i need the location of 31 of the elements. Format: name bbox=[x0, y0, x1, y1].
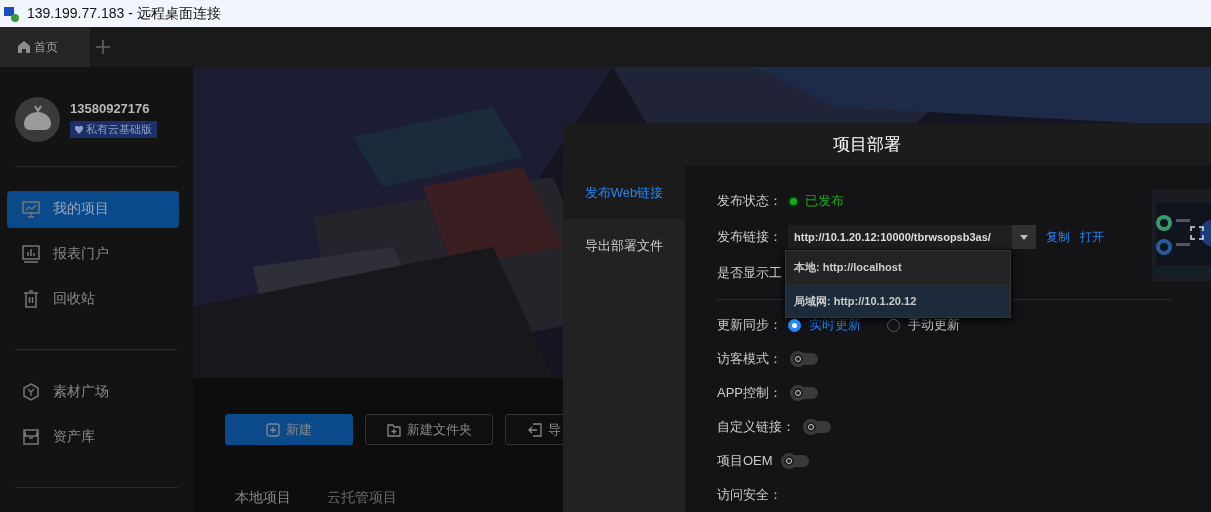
avatar bbox=[15, 97, 60, 142]
project-tab[interactable]: 本地项目 bbox=[235, 489, 291, 507]
field-label: 访问安全： bbox=[717, 486, 782, 504]
sidebar-item[interactable]: 我的项目 bbox=[7, 190, 179, 228]
window-title: 139.199.77.183 - 远程桌面连接 bbox=[27, 4, 221, 23]
toolbar-button[interactable]: 新建文件夹 bbox=[365, 414, 493, 445]
toggle-switch[interactable] bbox=[782, 455, 809, 467]
plus-square-icon bbox=[266, 422, 280, 437]
toggle-switch[interactable] bbox=[805, 421, 831, 433]
sidebar-item[interactable]: 资产库 bbox=[7, 418, 179, 456]
field-label: 项目OEM bbox=[717, 452, 773, 470]
hexagon-icon bbox=[21, 382, 41, 403]
user-name: 13580927176 bbox=[70, 101, 151, 116]
sidebar-item[interactable]: 报表门户 bbox=[7, 235, 179, 273]
project-tab[interactable]: 云托管项目 bbox=[327, 489, 397, 507]
heart-icon bbox=[75, 125, 83, 134]
sidebar-item[interactable]: 回收站 bbox=[7, 280, 179, 317]
folder-plus-icon bbox=[386, 422, 401, 437]
badge-text: 私有云基础版 bbox=[86, 122, 152, 137]
import-icon bbox=[528, 422, 542, 437]
toggle-switch[interactable] bbox=[792, 387, 818, 399]
app-icon bbox=[3, 4, 21, 23]
tab[interactable]: 首页 bbox=[0, 27, 90, 67]
field-label: APP控制： bbox=[717, 384, 782, 402]
chart-icon bbox=[21, 199, 41, 220]
field-label: 自定义链接： bbox=[717, 418, 795, 436]
archive-icon bbox=[21, 426, 41, 447]
sidebar-item[interactable]: 素材广场 bbox=[7, 373, 179, 411]
bar-chart-icon bbox=[21, 243, 41, 264]
trash-icon bbox=[21, 288, 41, 309]
home-icon bbox=[18, 41, 30, 53]
